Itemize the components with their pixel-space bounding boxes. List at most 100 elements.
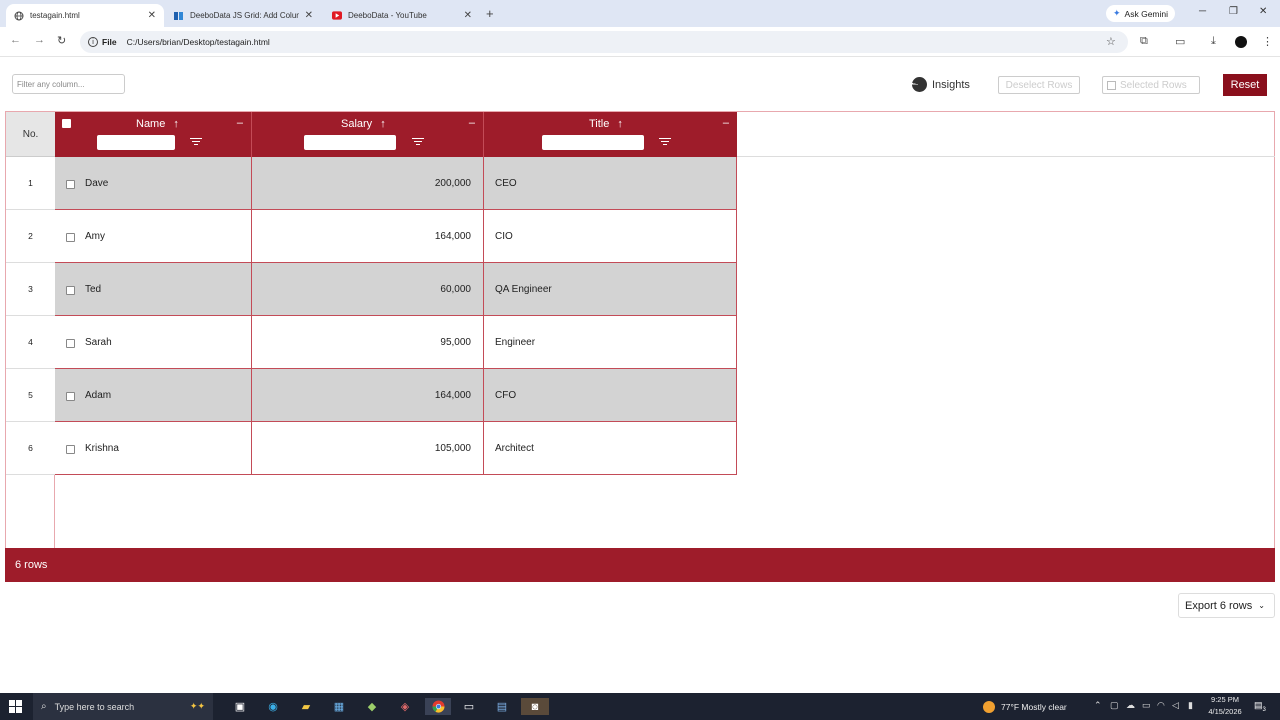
chrome-icon[interactable]: [425, 698, 451, 715]
salary-filter-input[interactable]: [304, 135, 396, 150]
hide-column-icon[interactable]: –: [723, 117, 729, 129]
title-cell[interactable]: Architect: [484, 422, 737, 475]
insights-button[interactable]: Insights: [912, 77, 970, 92]
ask-gemini-button[interactable]: ✦ Ask Gemini: [1106, 5, 1176, 22]
new-tab-icon[interactable]: +: [486, 6, 494, 21]
filter-icon[interactable]: [412, 138, 424, 147]
select-all-checkbox[interactable]: [62, 119, 71, 128]
salary-cell[interactable]: 164,000: [252, 210, 484, 263]
cloud-icon[interactable]: ☁: [1126, 700, 1135, 711]
salary-cell[interactable]: 95,000: [252, 316, 484, 369]
table-row[interactable]: 2 Amy 164,000 CIO: [6, 210, 737, 263]
sort-arrow-up-icon[interactable]: ↑: [617, 118, 623, 130]
salary-cell[interactable]: 164,000: [252, 369, 484, 422]
salary-cell[interactable]: 60,000: [252, 263, 484, 316]
export-rows-dropdown[interactable]: Export 6 rows ⌄: [1178, 593, 1275, 618]
name-cell[interactable]: Sarah: [55, 316, 252, 369]
download-icon[interactable]: ⤓: [1211, 35, 1216, 48]
windows-start-icon[interactable]: [9, 700, 22, 713]
column-label-name[interactable]: Name ↑: [136, 118, 179, 130]
reset-button[interactable]: Reset: [1223, 74, 1267, 96]
task-view-icon[interactable]: ▣: [231, 698, 249, 715]
weather-widget[interactable]: 77°F Mostly clear: [983, 693, 1067, 720]
app-icon[interactable]: ◆: [363, 698, 381, 715]
column-header-salary[interactable]: Salary ↑ –: [252, 112, 484, 157]
hide-column-icon[interactable]: –: [237, 117, 243, 129]
filter-icon[interactable]: [190, 138, 202, 147]
notification-icon[interactable]: ▤3: [1254, 700, 1266, 713]
taskbar-search-box[interactable]: ⌕ Type here to search ✦✦: [33, 693, 213, 720]
column-label-salary[interactable]: Salary ↑: [341, 118, 386, 130]
name-cell[interactable]: Dave: [55, 157, 252, 210]
edge-icon[interactable]: ◉: [264, 698, 282, 715]
tab-testagain[interactable]: testagain.html ✕: [6, 4, 164, 27]
title-cell[interactable]: CIO: [484, 210, 737, 263]
table-row[interactable]: 4 Sarah 95,000 Engineer: [6, 316, 737, 369]
minimize-icon[interactable]: ─: [1199, 6, 1206, 17]
row-checkbox[interactable]: [66, 339, 75, 348]
title-filter-input[interactable]: [542, 135, 644, 150]
title-cell[interactable]: CEO: [484, 157, 737, 210]
name-cell[interactable]: Amy: [55, 210, 252, 263]
recorder-icon[interactable]: ◙: [521, 698, 549, 715]
address-bar[interactable]: i File C:/Users/brian/Desktop/testagain.…: [80, 31, 1128, 53]
close-tab-icon[interactable]: ✕: [305, 10, 313, 21]
site-info-icon[interactable]: i: [88, 37, 98, 47]
table-row[interactable]: 6 Krishna 105,000 Architect: [6, 422, 737, 475]
selected-rows-checkbox[interactable]: [1107, 80, 1116, 90]
notepad-icon[interactable]: ▤: [493, 698, 511, 715]
salary-cell[interactable]: 200,000: [252, 157, 484, 210]
store-icon[interactable]: ▦: [330, 698, 348, 715]
row-checkbox[interactable]: [66, 180, 75, 189]
taskbar-clock[interactable]: 9:25 PM 4/15/2026: [1200, 694, 1250, 718]
table-row[interactable]: 3 Ted 60,000 QA Engineer: [6, 263, 737, 316]
row-checkbox[interactable]: [66, 392, 75, 401]
salary-cell[interactable]: 105,000: [252, 422, 484, 475]
extensions-icon[interactable]: ⧉: [1140, 35, 1148, 48]
name-filter-input[interactable]: [97, 135, 175, 150]
hide-column-icon[interactable]: –: [469, 117, 475, 129]
network-icon[interactable]: ▭: [1142, 700, 1151, 711]
filter-icon[interactable]: [659, 138, 671, 147]
reload-icon[interactable]: ↻: [57, 34, 66, 47]
profile-avatar[interactable]: [1235, 36, 1247, 48]
title-cell[interactable]: CFO: [484, 369, 737, 422]
close-tab-icon[interactable]: ✕: [464, 10, 472, 21]
title-cell[interactable]: QA Engineer: [484, 263, 737, 316]
app-icon[interactable]: ◈: [396, 698, 414, 715]
tab-youtube[interactable]: DeeboData - YouTube ✕: [324, 4, 480, 27]
selected-rows-toggle[interactable]: Selected Rows: [1102, 76, 1200, 94]
column-header-name[interactable]: Name ↑ –: [55, 112, 252, 157]
name-cell[interactable]: Adam: [55, 369, 252, 422]
deselect-rows-button[interactable]: Deselect Rows: [998, 76, 1080, 94]
filter-any-column-input[interactable]: [12, 74, 125, 94]
terminal-icon[interactable]: ▭: [460, 698, 478, 715]
chevron-up-icon[interactable]: ⌃: [1094, 700, 1102, 711]
column-label-title[interactable]: Title ↑: [589, 118, 623, 130]
row-checkbox[interactable]: [66, 286, 75, 295]
column-header-title[interactable]: Title ↑ –: [484, 112, 737, 157]
restore-icon[interactable]: ❐: [1229, 6, 1238, 17]
table-row[interactable]: 1 Dave 200,000 CEO: [6, 157, 737, 210]
cast-icon[interactable]: ▭: [1175, 35, 1185, 48]
close-window-icon[interactable]: ✕: [1259, 6, 1267, 17]
file-explorer-icon[interactable]: ▰: [297, 698, 315, 715]
name-cell[interactable]: Ted: [55, 263, 252, 316]
row-checkbox[interactable]: [66, 445, 75, 454]
microphone-icon[interactable]: ▮: [1188, 700, 1193, 711]
table-row[interactable]: 5 Adam 164,000 CFO: [6, 369, 737, 422]
row-checkbox[interactable]: [66, 233, 75, 242]
tab-deebodata-grid[interactable]: DeeboData JS Grid: Add Colum ✕: [166, 4, 321, 27]
back-icon[interactable]: ←: [10, 34, 21, 46]
sort-arrow-up-icon[interactable]: ↑: [380, 118, 386, 130]
volume-icon[interactable]: ◁: [1172, 700, 1179, 711]
sort-arrow-up-icon[interactable]: ↑: [173, 118, 179, 130]
forward-icon[interactable]: →: [34, 34, 45, 46]
tray-icon[interactable]: ▢: [1110, 700, 1119, 711]
title-cell[interactable]: Engineer: [484, 316, 737, 369]
wifi-icon[interactable]: ◠: [1157, 700, 1165, 711]
bookmark-star-icon[interactable]: ☆: [1106, 35, 1116, 48]
menu-dots-icon[interactable]: ⋮: [1262, 35, 1273, 48]
name-cell[interactable]: Krishna: [55, 422, 252, 475]
close-tab-icon[interactable]: ✕: [148, 10, 156, 21]
